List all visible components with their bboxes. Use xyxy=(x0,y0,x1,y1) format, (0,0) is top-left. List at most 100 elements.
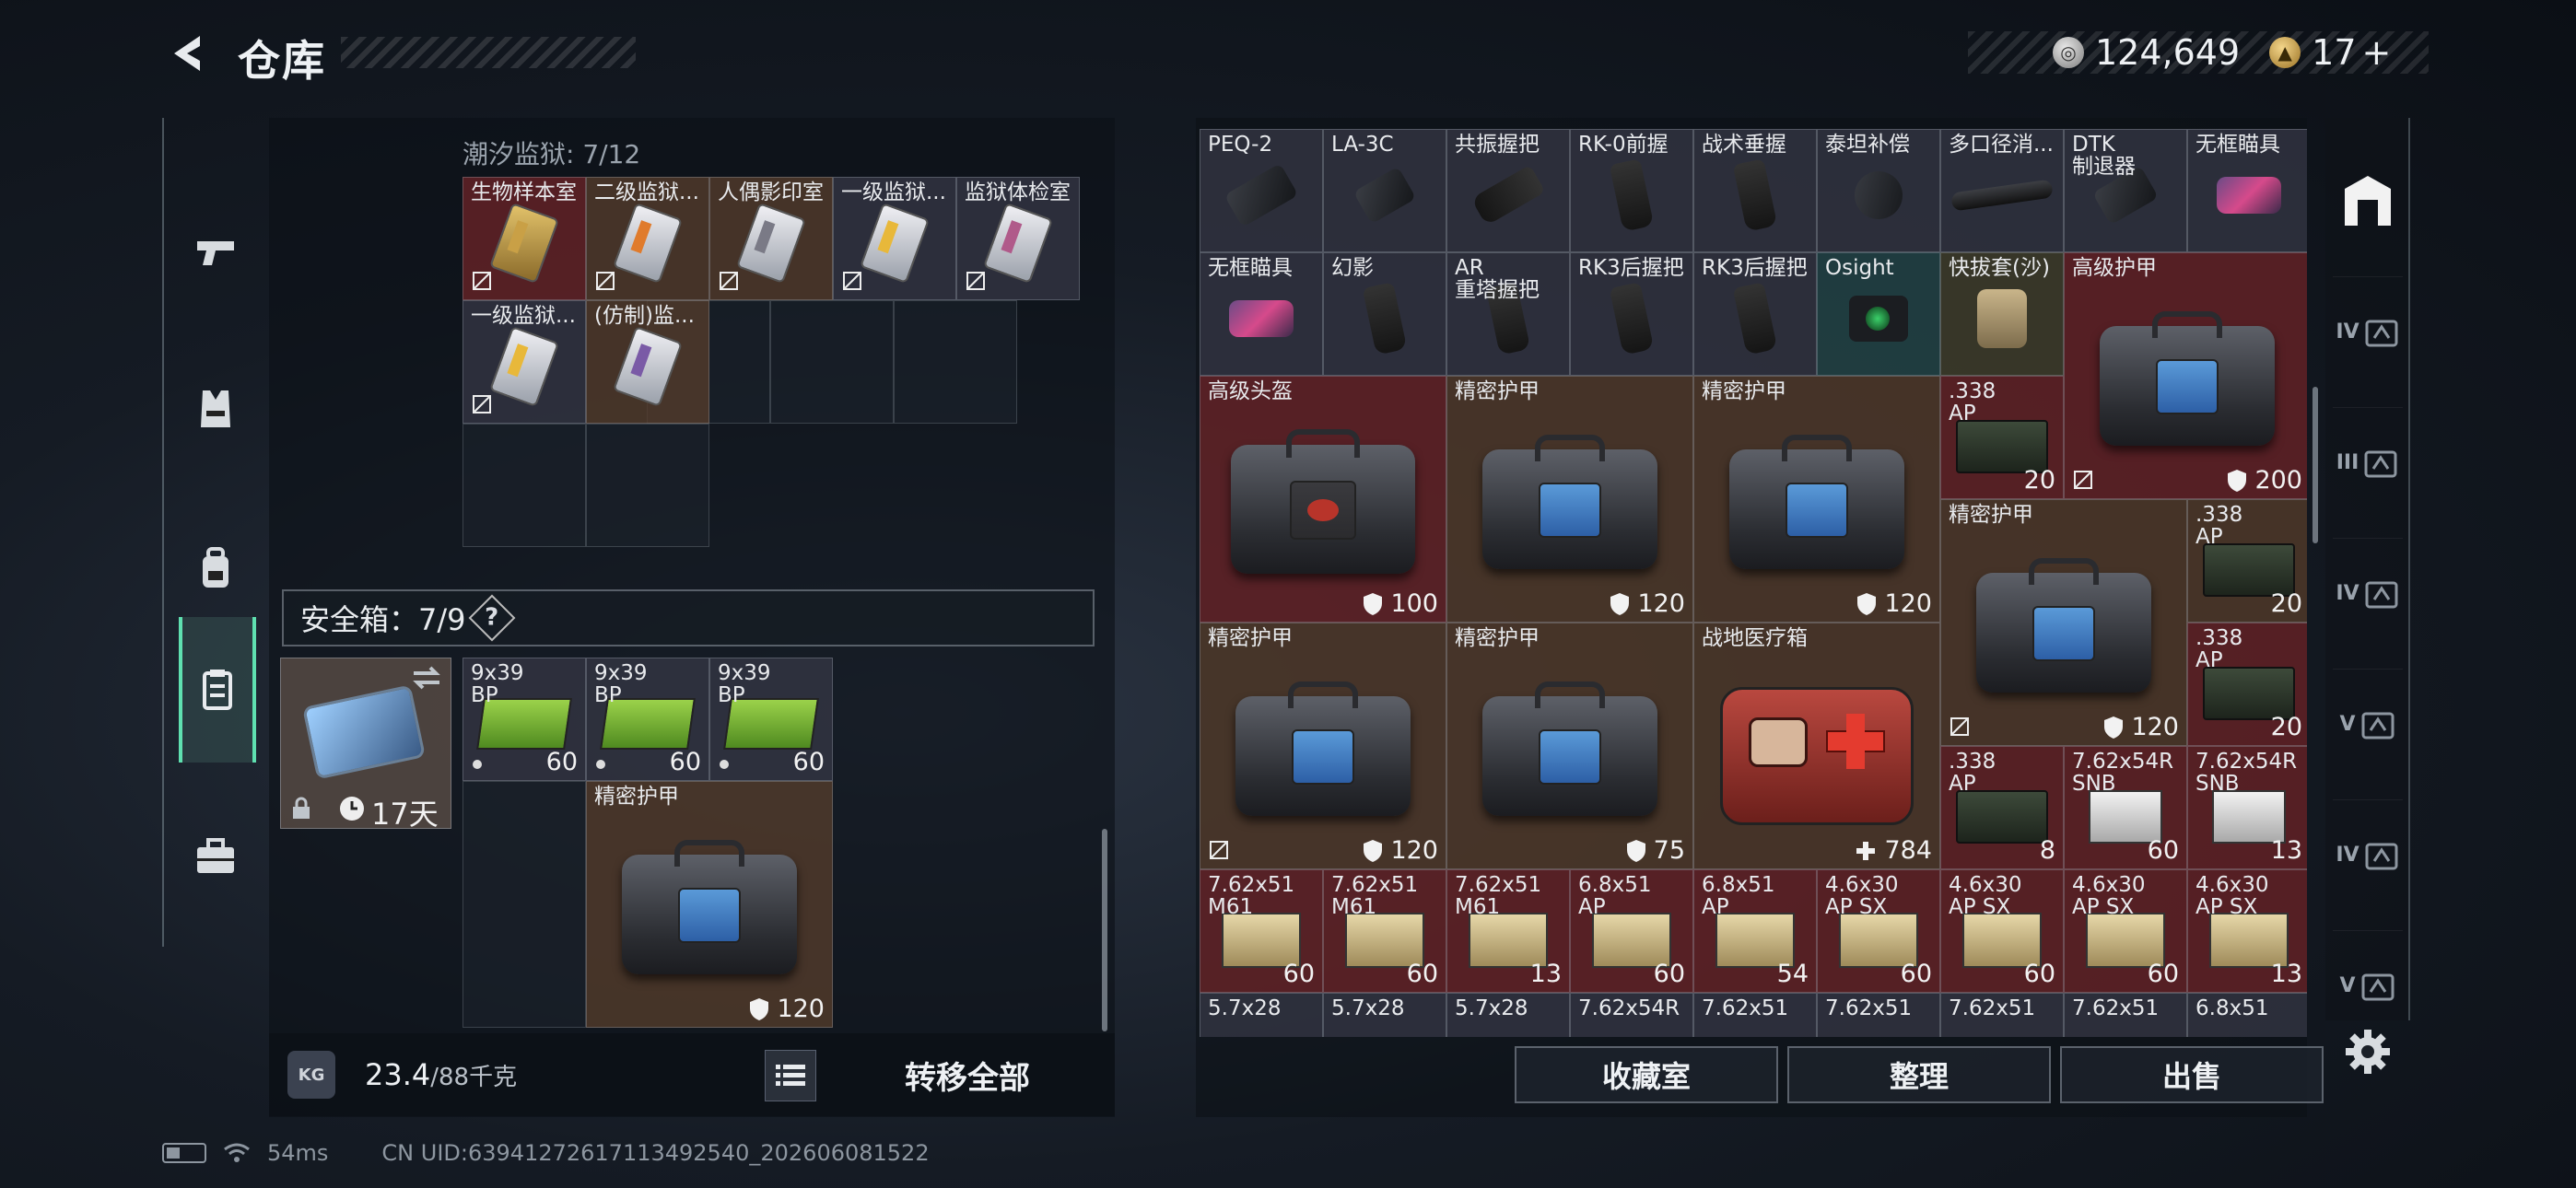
ammo-tile[interactable]: 7.62x51 M61 60 xyxy=(1200,869,1323,993)
attachment-tile[interactable]: RK3后握把 xyxy=(1570,252,1693,376)
ammo-tile[interactable]: 7.62x54R SNB 13 xyxy=(2187,746,2307,869)
ammo-tile[interactable]: 7.62x54R SNB 60 xyxy=(2064,746,2187,869)
attachment-tile[interactable]: RK3后握把 xyxy=(1693,252,1817,376)
ammo-tile[interactable]: 6.8x51 xyxy=(2187,993,2307,1037)
empty-slot[interactable] xyxy=(463,424,586,547)
list-view-button[interactable] xyxy=(765,1050,816,1101)
durability-value: 120 xyxy=(1637,589,1685,618)
armor-tile[interactable]: 精密护甲 120 xyxy=(1940,499,2187,746)
keycard-tile[interactable]: 生物样本室 xyxy=(463,177,586,300)
ammo-tile[interactable]: 9x39 BP 60 xyxy=(709,658,833,781)
nav-tier-filter[interactable]: IV xyxy=(2333,799,2403,910)
safebox-container[interactable]: 17天 xyxy=(280,658,451,832)
ammo-tile[interactable]: 7.62x51 xyxy=(1940,993,2064,1037)
ammo-tile[interactable]: 5.7x28 xyxy=(1446,993,1570,1037)
ammo-tile[interactable]: .338 AP 20 xyxy=(2187,499,2307,623)
attachment-tile[interactable]: DTK 制退器 xyxy=(2064,129,2187,252)
item-name: 人偶影印室 xyxy=(718,181,824,204)
keycard-tile[interactable]: 一级监狱... xyxy=(833,177,956,300)
right-scrollbar[interactable] xyxy=(2313,387,2318,543)
nav-toolbox[interactable] xyxy=(177,783,254,930)
armor-tile[interactable]: 精密护甲 120 xyxy=(1446,376,1693,623)
empty-slot[interactable] xyxy=(586,424,709,547)
nav-tier-filter[interactable]: V xyxy=(2333,669,2403,779)
help-button[interactable]: ? xyxy=(468,594,515,642)
attachment-tile[interactable]: 幻影 xyxy=(1323,252,1446,376)
attachment-tile[interactable]: AR 重塔握把 xyxy=(1446,252,1570,376)
ammo-tile[interactable]: 4.6x30 AP SX 13 xyxy=(2187,869,2307,993)
attachment-tile[interactable]: 快拔套(沙) xyxy=(1940,252,2064,376)
attachment-tile[interactable]: 共振握把 xyxy=(1446,129,1570,252)
ammo-tile[interactable]: 4.6x30 AP SX 60 xyxy=(1817,869,1940,993)
page-title: 仓库 xyxy=(238,36,326,86)
settings-button[interactable] xyxy=(2338,1022,2397,1081)
nav-tier-filter[interactable]: IV xyxy=(2333,276,2403,387)
medkit-tile[interactable]: 战地医疗箱 784 xyxy=(1693,623,1940,869)
attachment-tile[interactable]: 无框瞄具 xyxy=(2187,129,2307,252)
armor-tile[interactable]: 精密护甲 120 xyxy=(1693,376,1940,623)
ammo-tile[interactable]: 9x39 BP 60 xyxy=(463,658,586,781)
helmet-tile[interactable]: 高级头盔 100 xyxy=(1200,376,1446,623)
nav-vest[interactable] xyxy=(177,335,254,483)
attachment-tile[interactable]: 战术垂握 xyxy=(1693,129,1817,252)
no-insure-icon xyxy=(966,272,985,290)
ammo-tile[interactable]: .338 AP 8 xyxy=(1940,746,2064,869)
nav-stash-all[interactable] xyxy=(2333,146,2403,256)
armor-tile[interactable]: 精密护甲 120 xyxy=(586,781,833,1028)
back-button[interactable] xyxy=(162,26,217,81)
nav-container[interactable] xyxy=(179,617,256,763)
ammo-tile[interactable]: 6.8x51 AP 60 xyxy=(1570,869,1693,993)
attachment-tile[interactable]: 多口径消... xyxy=(1940,129,2064,252)
ammo-tile[interactable]: .338 AP 20 xyxy=(2187,623,2307,746)
ammo-tile[interactable]: .338 AP 20 xyxy=(1940,376,2064,499)
item-name: 泰坦补偿 xyxy=(1825,133,1910,157)
transfer-all-button[interactable]: 转移全部 xyxy=(829,1033,1106,1116)
ammo-tile[interactable]: 7.62x54R xyxy=(1570,993,1693,1037)
left-scrollbar[interactable] xyxy=(1102,829,1107,1031)
sort-button[interactable]: 整理 xyxy=(1787,1046,2051,1103)
swap-icon[interactable] xyxy=(410,664,443,692)
add-gold-button[interactable]: + xyxy=(2362,32,2392,73)
armor-tile[interactable]: 精密护甲 75 xyxy=(1446,623,1693,869)
right-nav: IV III IV V IV V xyxy=(2325,118,2410,1020)
attachment-tile[interactable]: LA-3C xyxy=(1323,129,1446,252)
item-image xyxy=(1229,300,1294,338)
ammo-tile[interactable]: 7.62x51 xyxy=(1693,993,1817,1037)
collection-room-button[interactable]: 收藏室 xyxy=(1515,1046,1778,1103)
durability: 120 xyxy=(1363,836,1438,865)
ammo-tile[interactable]: 5.7x28 xyxy=(1323,993,1446,1037)
keycard-tile[interactable]: 二级监狱... xyxy=(586,177,709,300)
empty-slot[interactable] xyxy=(770,300,894,424)
ammo-tile[interactable]: 9x39 BP 60 xyxy=(586,658,709,781)
attachment-tile[interactable]: 泰坦补偿 xyxy=(1817,129,1940,252)
item-name: 7.62x51 xyxy=(1949,996,2036,1020)
armor-tile[interactable]: 高级护甲 200 xyxy=(2064,252,2307,499)
empty-slot[interactable] xyxy=(463,781,586,1028)
empty-slot[interactable] xyxy=(894,300,1017,424)
keycard-tile[interactable]: 一级监狱... xyxy=(463,300,586,424)
ammo-tile[interactable]: 5.7x28 xyxy=(1200,993,1323,1037)
keycard-tile[interactable]: 监狱体检室 xyxy=(956,177,1080,300)
ammo-tile[interactable]: 7.62x51 M61 60 xyxy=(1323,869,1446,993)
attachment-tile[interactable]: RK-0前握 xyxy=(1570,129,1693,252)
tier-label: IV xyxy=(2336,844,2359,867)
no-insure-icon xyxy=(596,272,615,290)
attachment-tile[interactable]: 无框瞄具 xyxy=(1200,252,1323,376)
sell-button[interactable]: 出售 xyxy=(2060,1046,2324,1103)
ammo-tile[interactable]: 4.6x30 AP SX 60 xyxy=(2064,869,2187,993)
ammo-tile[interactable]: 7.62x51 M61 13 xyxy=(1446,869,1570,993)
nav-weapons[interactable] xyxy=(177,179,254,326)
nav-tier-filter[interactable]: IV xyxy=(2333,538,2403,648)
ammo-tile[interactable]: 4.6x30 AP SX 60 xyxy=(1940,869,2064,993)
shield-icon xyxy=(2228,469,2247,492)
item-name: 4.6x30 AP SX xyxy=(1825,873,1899,919)
armor-tile[interactable]: 精密护甲 120 xyxy=(1200,623,1446,869)
nav-tier-filter[interactable]: III xyxy=(2333,407,2403,518)
ammo-tile[interactable]: 7.62x51 xyxy=(1817,993,1940,1037)
attachment-tile[interactable]: Osight xyxy=(1817,252,1940,376)
attachment-tile[interactable]: PEQ-2 xyxy=(1200,129,1323,252)
ammo-tile[interactable]: 6.8x51 AP 54 xyxy=(1693,869,1817,993)
keycard-tile[interactable]: 人偶影印室 xyxy=(709,177,833,300)
ammo-tile[interactable]: 7.62x51 xyxy=(2064,993,2187,1037)
keycard-tile[interactable]: (仿制)监... xyxy=(586,300,709,424)
